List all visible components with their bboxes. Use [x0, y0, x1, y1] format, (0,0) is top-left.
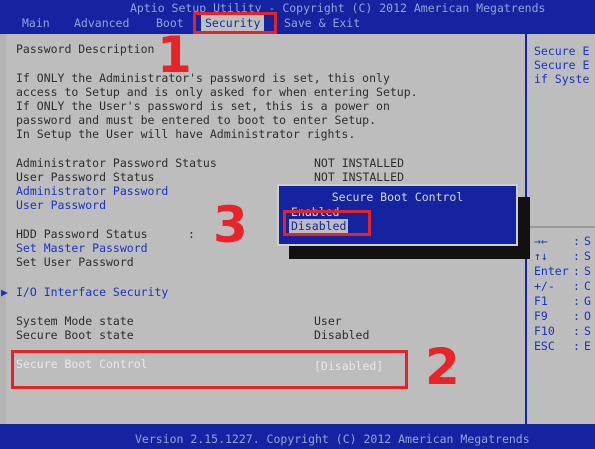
highlight-security-tab	[193, 12, 277, 34]
key-arrows-ud: ↑↓	[534, 249, 548, 263]
description-line: access to Setup and is only asked for wh…	[16, 85, 418, 99]
highlight-secure-boot-control	[11, 350, 408, 389]
key-desc: C	[584, 279, 591, 293]
set-master-password-link[interactable]: Set Master Password	[16, 241, 148, 255]
help-text-line: Secure E	[534, 44, 590, 58]
key-plus-minus: +/-	[534, 279, 555, 293]
key-desc: G	[584, 294, 591, 308]
secure-boot-state-label: Secure Boot state	[16, 328, 134, 342]
bottom-bar: Version 2.15.1227. Copyright (C) 2012 Am…	[0, 424, 595, 449]
key-desc: S	[584, 234, 591, 248]
top-bar: Aptio Setup Utility - Copyright (C) 2012…	[0, 0, 595, 34]
admin-password-status-label: Administrator Password Status	[16, 156, 217, 170]
description-line: In Setup the User will have Administrato…	[16, 127, 356, 141]
set-user-password-item[interactable]: Set User Password	[16, 255, 134, 269]
io-interface-security-link[interactable]: I/O Interface Security	[16, 285, 168, 299]
key-desc: S	[584, 264, 591, 278]
step-number-3: 3	[213, 196, 248, 254]
description-line: If ONLY the User's password is set, this…	[16, 99, 390, 113]
system-mode-state-label: System Mode state	[16, 314, 134, 328]
user-password-status-value: NOT INSTALLED	[314, 170, 405, 184]
key-f9: F9	[534, 309, 548, 323]
admin-password-status-value: NOT INSTALLED	[314, 156, 405, 170]
key-sep: :	[573, 324, 580, 338]
key-f1: F1	[534, 294, 548, 308]
user-password-status-label: User Password Status	[16, 170, 155, 184]
hdd-password-status-label: HDD Password Status	[16, 227, 148, 241]
help-text-line: Secure E	[534, 58, 590, 72]
tab-save-exit[interactable]: Save & Exit	[284, 14, 360, 32]
highlight-disabled-option	[283, 210, 371, 236]
step-number-2: 2	[425, 338, 460, 396]
password-description-title: Password Description	[16, 42, 155, 56]
key-sep: :	[573, 249, 580, 263]
hdd-password-status-sep: :	[188, 227, 195, 241]
key-sep: :	[573, 264, 580, 278]
key-esc: ESC	[534, 339, 555, 353]
description-line: password and must be entered to boot to …	[16, 113, 377, 127]
key-sep: :	[573, 279, 580, 293]
key-desc: S	[584, 249, 591, 263]
user-password-link[interactable]: User Password	[16, 198, 106, 212]
administrator-password-link[interactable]: Administrator Password	[16, 184, 168, 198]
tab-main[interactable]: Main	[22, 14, 50, 32]
key-sep: :	[573, 294, 580, 308]
secure-boot-state-value: Disabled	[314, 328, 370, 342]
popup-title: Secure Boot Control	[331, 190, 464, 204]
key-f10: F10	[534, 324, 555, 338]
description-line: If ONLY the Administrator's password is …	[16, 71, 390, 85]
help-divider	[527, 226, 595, 228]
help-text-line: if Syste	[534, 72, 590, 86]
key-desc: O	[584, 309, 591, 323]
key-desc: E	[584, 339, 591, 353]
submenu-arrow-icon: ▶	[1, 285, 8, 299]
version-text: Version 2.15.1227. Copyright (C) 2012 Am…	[135, 432, 530, 446]
step-number-1: 1	[157, 26, 192, 84]
key-enter: Enter	[534, 264, 569, 278]
key-sep: :	[573, 234, 580, 248]
help-panel: Secure E Secure E if Syste →← : S ↑↓ : S…	[527, 34, 595, 424]
system-mode-state-value: User	[314, 314, 342, 328]
key-sep: :	[573, 339, 580, 353]
tab-advanced[interactable]: Advanced	[74, 14, 129, 32]
key-arrows-lr: →←	[534, 234, 548, 248]
key-sep: :	[573, 309, 580, 323]
key-desc: S	[584, 324, 591, 338]
